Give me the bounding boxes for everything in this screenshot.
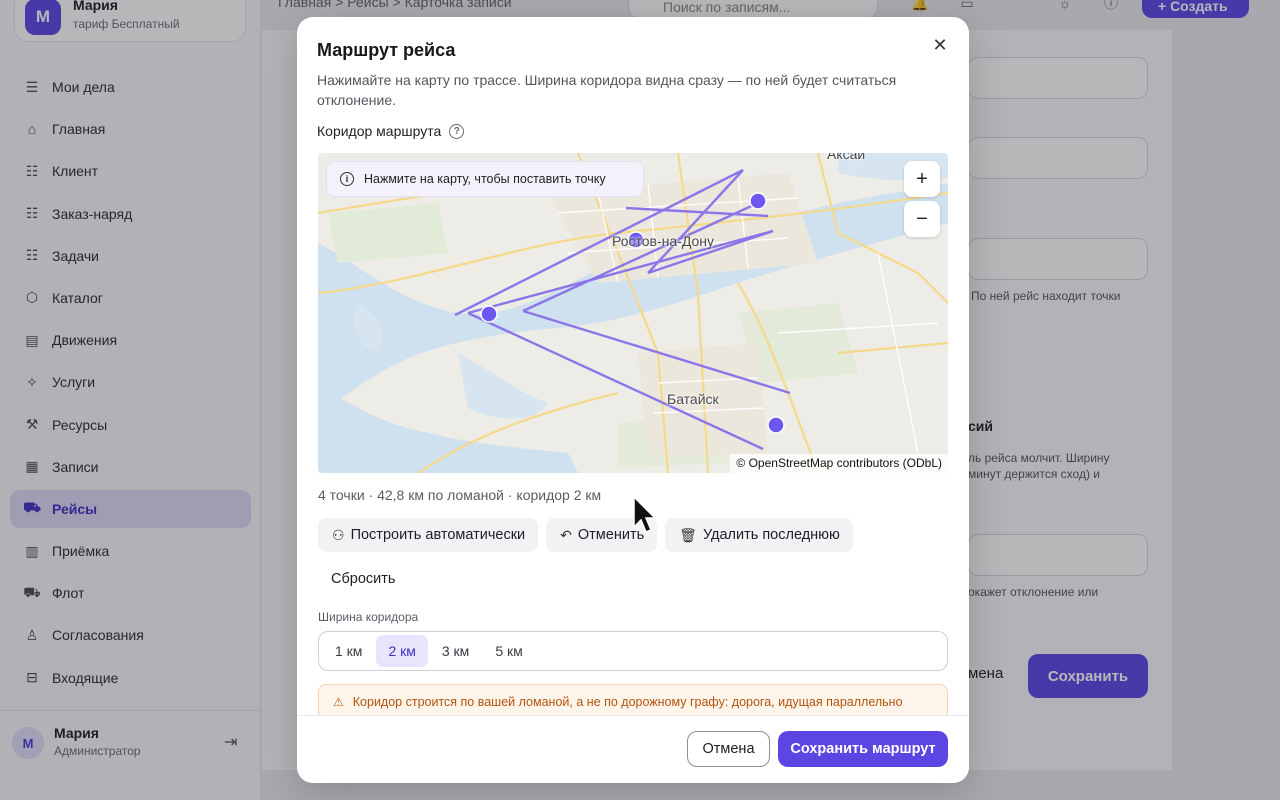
route-actions: ⚇ Построить автоматически ↶ Отменить 🗑 У… <box>318 518 853 552</box>
zoom-in-button[interactable]: + <box>904 161 940 197</box>
undo-icon: ↶ <box>560 526 572 543</box>
corridor-label-text: Коридор маршрута <box>317 123 442 139</box>
question-icon[interactable]: ? <box>449 123 465 139</box>
lake-shape <box>458 353 548 419</box>
map-canvas[interactable] <box>318 153 948 473</box>
map-hint: i Нажмите на карту, чтобы поставить точк… <box>326 161 644 197</box>
trash-icon: 🗑 <box>679 526 697 543</box>
corridor-width-label: Ширина коридора <box>318 610 419 624</box>
corridor-width-option[interactable]: 1 км <box>323 635 374 667</box>
info-icon: i <box>340 172 354 186</box>
modal-description: Нажимайте на карту по трассе. Ширина кор… <box>317 72 897 108</box>
place-label-aksai: Аксай <box>827 153 866 162</box>
corridor-width-selector: 1 км 2 км 3 км 5 км <box>318 631 948 671</box>
route-point[interactable] <box>480 305 498 323</box>
mouse-cursor-icon <box>633 495 657 533</box>
modal-footer: Отмена Сохранить маршрут <box>297 715 969 783</box>
auto-build-button[interactable]: ⚇ Построить автоматически <box>318 518 539 552</box>
zoom-out-button[interactable]: − <box>904 201 940 237</box>
modal-title: Маршрут рейса <box>317 40 456 60</box>
reset-button[interactable]: Сбросить <box>318 562 395 596</box>
corridor-label: Коридор маршрута ? <box>317 123 465 139</box>
place-label-bataysk: Батайск <box>667 391 719 407</box>
map-hint-text: Нажмите на карту, чтобы поставить точку <box>364 172 606 186</box>
route-point[interactable] <box>749 192 767 210</box>
save-route-button[interactable]: Сохранить маршрут <box>778 731 948 767</box>
route-point[interactable] <box>767 416 785 434</box>
corridor-width-option[interactable]: 2 км <box>376 635 428 667</box>
map-attribution[interactable]: © OpenStreetMap contributors (ODbL) <box>730 454 948 473</box>
auto-build-label: Построить автоматически <box>350 527 526 543</box>
water-shape <box>318 383 578 473</box>
place-label-rostov: Ростов-на-Дону <box>612 233 714 249</box>
route-stats: 4 точки · 42,8 км по ломаной · коридор 2… <box>318 487 602 503</box>
route-icon: ⚇ <box>332 526 345 543</box>
close-icon[interactable]: ✕ <box>930 35 950 55</box>
delete-last-label: Удалить последнюю <box>702 527 840 543</box>
corridor-width-option[interactable]: 5 км <box>483 635 534 667</box>
route-modal: Маршрут рейса ✕ Нажимайте на карту по тр… <box>297 17 969 783</box>
corridor-width-option[interactable]: 3 км <box>430 635 481 667</box>
route-map[interactable]: Аксай Ростов-на-Дону Батайск i Нажмите н… <box>318 153 948 473</box>
park-shape <box>328 203 448 263</box>
cancel-button[interactable]: Отмена <box>687 731 770 767</box>
delete-last-button[interactable]: 🗑 Удалить последнюю <box>665 518 853 552</box>
